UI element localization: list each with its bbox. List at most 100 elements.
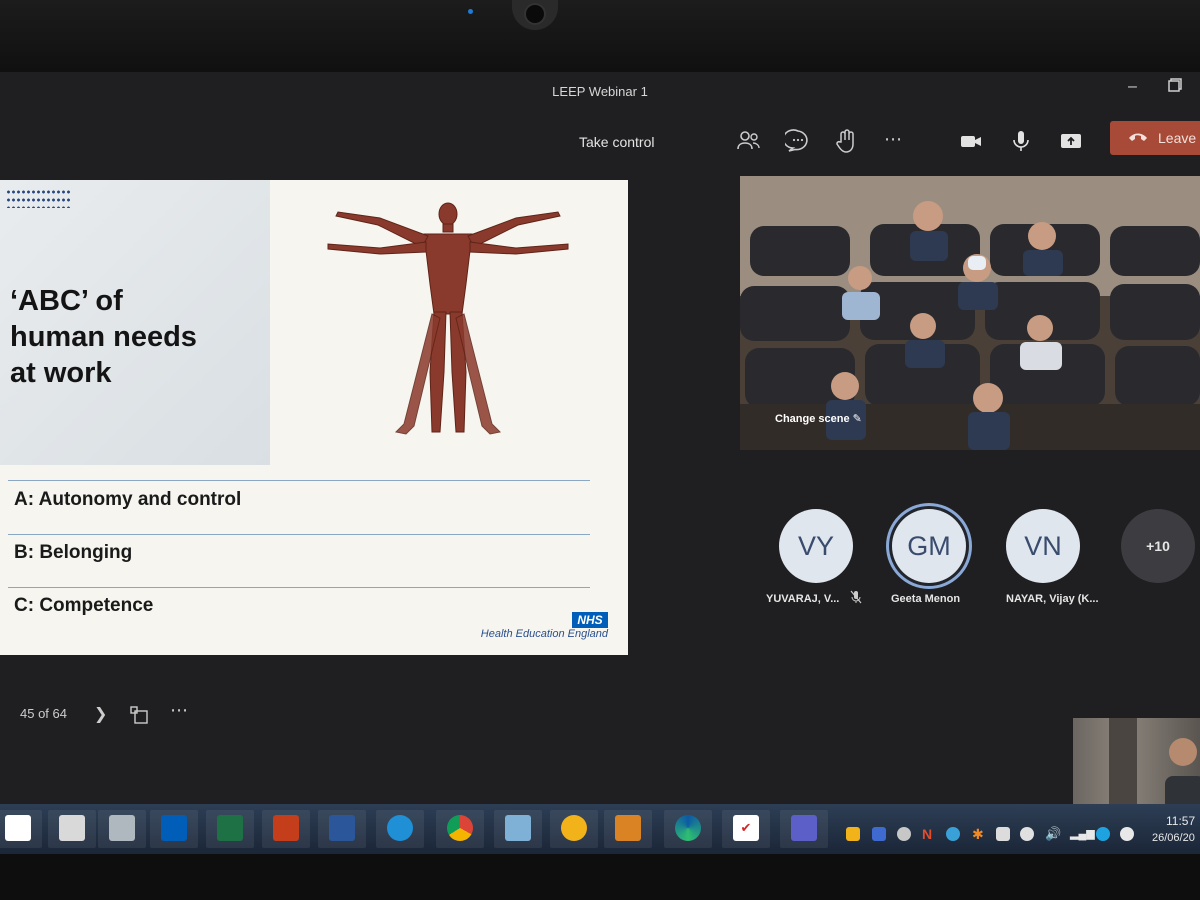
tray-icon[interactable]: [846, 827, 860, 841]
participant-name: Geeta Menon: [891, 593, 961, 605]
slide-counter: 45 of 64: [20, 706, 67, 721]
pencil-icon: ✎: [852, 413, 862, 425]
microphone-icon[interactable]: [1008, 128, 1034, 154]
excel-icon: [217, 815, 243, 841]
slide-title: ‘ABC’ of human needs at work: [10, 283, 260, 391]
tray-n-icon[interactable]: N: [922, 827, 936, 841]
taskbar-app[interactable]: ✔: [722, 810, 770, 848]
word-icon: [329, 815, 355, 841]
participant-avatar[interactable]: GM: [892, 509, 966, 583]
tray-icon[interactable]: [897, 827, 911, 841]
app-icon: [561, 815, 587, 841]
checkmark-app-icon: ✔: [733, 815, 759, 841]
room-video-feed[interactable]: Change scene ✎: [740, 176, 1200, 450]
slide-title-line: human needs: [10, 321, 197, 353]
printer-icon: [109, 815, 135, 841]
chrome-icon: [447, 815, 473, 841]
change-scene-label: Change scene: [775, 413, 850, 425]
participants-icon[interactable]: [736, 128, 762, 154]
taskbar-app[interactable]: [550, 810, 598, 848]
taskbar-app[interactable]: [376, 810, 424, 848]
taskbar-app[interactable]: [780, 810, 828, 848]
slide-title-panel: ‘ABC’ of human needs at work: [0, 180, 270, 465]
mic-off-icon: [850, 590, 862, 604]
windows-taskbar: ✔ N ✱ 🔊 ▂▄▆ 11:57 26/06/20: [0, 804, 1200, 854]
taskbar-app[interactable]: [98, 810, 146, 848]
tray-asterisk-icon[interactable]: ✱: [972, 827, 986, 841]
anatomy-figure-image: [327, 202, 569, 435]
taskbar-app[interactable]: [494, 810, 542, 848]
signal-icon[interactable]: ▂▄▆: [1070, 827, 1095, 841]
slide-more-options-icon[interactable]: ⋯: [170, 700, 189, 721]
participant-avatar[interactable]: VN: [1006, 509, 1080, 583]
slide-bullet: A: Autonomy and control: [14, 489, 242, 510]
organization-name: Health Education England: [480, 628, 608, 640]
taskbar-app[interactable]: [436, 810, 484, 848]
more-actions-icon[interactable]: ⋯: [884, 128, 910, 154]
taskbar-app[interactable]: [150, 810, 198, 848]
tray-icon[interactable]: [872, 827, 886, 841]
taskbar-clock-date[interactable]: 26/06/20: [1152, 832, 1195, 844]
self-view-image: [1109, 718, 1200, 808]
internet-explorer-icon: [387, 815, 413, 841]
nhs-mail-icon: [161, 815, 187, 841]
participant-avatar[interactable]: VY: [779, 509, 853, 583]
self-view-video[interactable]: [1073, 718, 1200, 808]
slide-decoration-dots: [6, 188, 72, 208]
teams-icon: [791, 815, 817, 841]
slide-divider: [8, 480, 590, 481]
window-title: LEEP Webinar 1: [552, 84, 648, 99]
tray-icon[interactable]: [996, 827, 1010, 841]
outlook-icon: [615, 815, 641, 841]
nhs-logo: NHS: [572, 612, 608, 628]
participant-name: YUVARAJ, V...: [766, 593, 840, 605]
taskbar-clock-time[interactable]: 11:57: [1166, 814, 1195, 828]
tray-icon[interactable]: [946, 827, 960, 841]
meeting-toolbar: Take control ⋯ Leave: [0, 116, 1200, 160]
taskbar-app[interactable]: [0, 810, 42, 848]
webcam-led: [468, 9, 473, 14]
chat-icon[interactable]: [782, 128, 811, 154]
volume-icon[interactable]: 🔊: [1045, 827, 1061, 841]
taskbar-app[interactable]: [664, 810, 712, 848]
minimize-icon[interactable]: –: [1128, 78, 1137, 96]
slide-title-line: at work: [10, 357, 112, 389]
window-titlebar: LEEP Webinar 1 –: [0, 72, 1200, 112]
app-icon: [5, 815, 31, 841]
document-icon: [59, 815, 85, 841]
auditorium-video-image: [740, 176, 1200, 450]
taskbar-app[interactable]: [318, 810, 366, 848]
taskbar-app[interactable]: [48, 810, 96, 848]
leave-button[interactable]: Leave: [1110, 121, 1200, 155]
share-screen-icon[interactable]: [1058, 128, 1084, 154]
phone-hangup-icon: [1129, 133, 1147, 141]
participant-name: NAYAR, Vijay (K...: [1006, 593, 1099, 605]
edge-icon: [675, 815, 701, 841]
leave-label: Leave: [1158, 130, 1197, 146]
skype-icon[interactable]: [1096, 827, 1110, 841]
laptop-bezel-bottom: [0, 854, 1200, 900]
more-participants-button[interactable]: +10: [1121, 509, 1195, 583]
slide-divider: [8, 587, 590, 588]
tray-icon[interactable]: [1120, 827, 1134, 841]
taskbar-app[interactable]: [206, 810, 254, 848]
change-scene-button[interactable]: Change scene ✎: [775, 412, 862, 425]
slide-bullet: C: Competence: [14, 595, 154, 616]
next-slide-icon[interactable]: ❯: [94, 704, 107, 724]
slide-divider: [8, 534, 590, 535]
taskbar-app[interactable]: [604, 810, 652, 848]
tray-icon[interactable]: [1020, 827, 1034, 841]
restore-icon[interactable]: [1168, 78, 1182, 97]
webcam: [512, 0, 558, 30]
slide-thumbnails-icon[interactable]: [130, 706, 148, 724]
slide-bullet: B: Belonging: [14, 542, 133, 563]
taskbar-app[interactable]: [262, 810, 310, 848]
camera-icon[interactable]: [958, 128, 984, 154]
powerpoint-icon: [273, 815, 299, 841]
take-control-button[interactable]: Take control: [579, 134, 654, 150]
laptop-bezel: [0, 0, 1200, 72]
screen: LEEP Webinar 1 – Take control ⋯ Leave ‘A…: [0, 72, 1200, 854]
notes-icon: [505, 815, 531, 841]
shared-slide: ‘ABC’ of human needs at work A: Autonomy…: [0, 180, 628, 655]
raise-hand-icon[interactable]: [834, 128, 860, 154]
